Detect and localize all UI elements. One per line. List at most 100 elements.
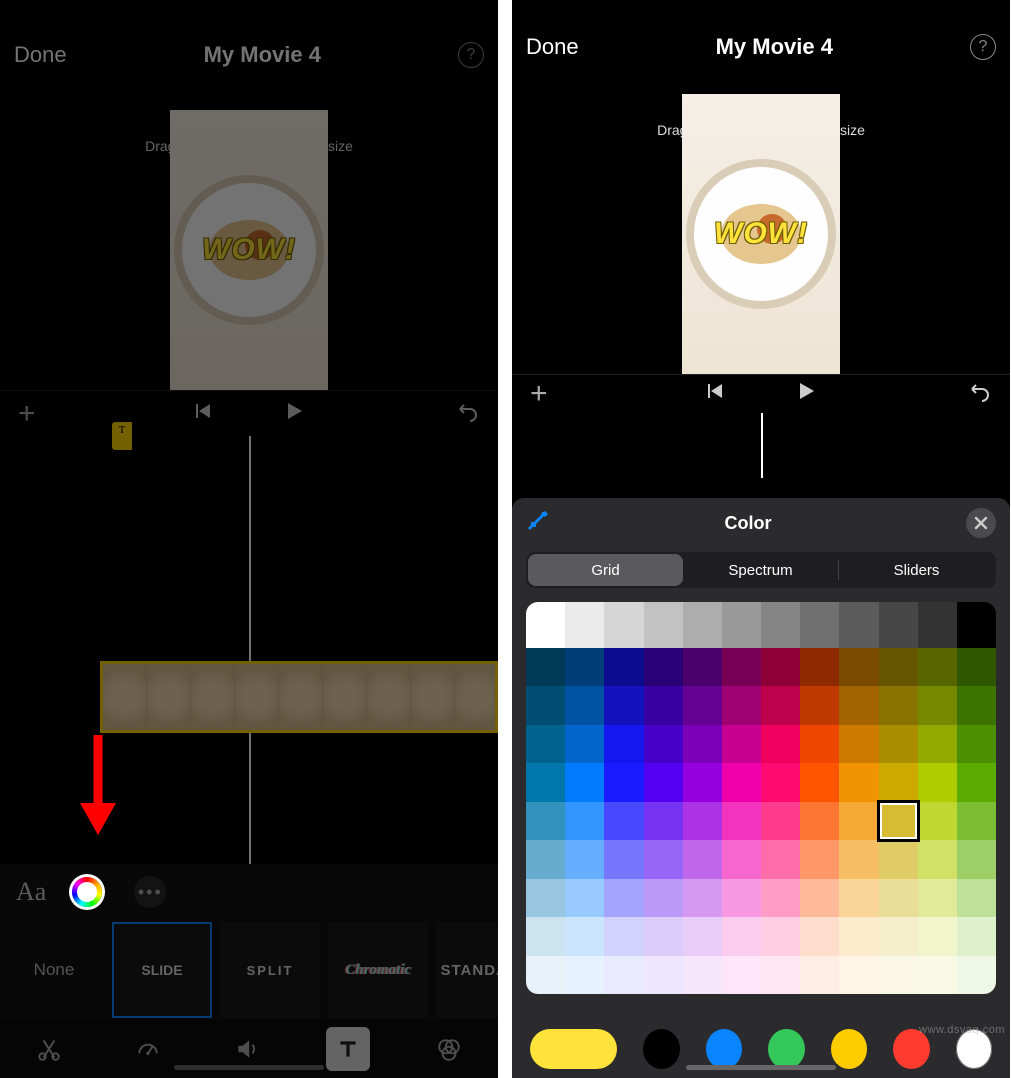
color-swatch[interactable] xyxy=(683,802,722,840)
color-swatch[interactable] xyxy=(918,802,957,840)
color-swatch[interactable] xyxy=(526,648,565,686)
color-swatch[interactable] xyxy=(761,917,800,955)
color-swatch[interactable] xyxy=(918,686,957,724)
color-swatch[interactable] xyxy=(918,763,957,801)
skip-back-button[interactable] xyxy=(704,381,724,406)
title-options-button[interactable]: ••• xyxy=(134,876,166,908)
tab-grid[interactable]: Grid xyxy=(528,554,683,586)
color-swatch[interactable] xyxy=(722,917,761,955)
color-swatch[interactable] xyxy=(879,725,918,763)
color-swatch[interactable] xyxy=(761,686,800,724)
color-swatch[interactable] xyxy=(761,840,800,878)
color-swatch[interactable] xyxy=(644,602,683,648)
color-swatch[interactable] xyxy=(722,956,761,994)
skip-back-button[interactable] xyxy=(192,401,212,426)
color-swatch[interactable] xyxy=(800,763,839,801)
color-swatch[interactable] xyxy=(761,956,800,994)
title-style-chromatic[interactable]: Chromatic xyxy=(328,922,428,1018)
color-swatch[interactable] xyxy=(526,725,565,763)
color-swatch[interactable] xyxy=(526,917,565,955)
done-button[interactable]: Done xyxy=(526,34,579,60)
color-swatch[interactable] xyxy=(644,648,683,686)
color-swatch[interactable] xyxy=(722,725,761,763)
title-style-split[interactable]: SPLIT xyxy=(220,922,320,1018)
color-swatch[interactable] xyxy=(957,802,996,840)
video-preview[interactable]: Drag title to move, pinch to resize WOW! xyxy=(512,94,1010,374)
color-swatch[interactable] xyxy=(839,686,878,724)
color-swatch[interactable] xyxy=(879,686,918,724)
color-swatch[interactable] xyxy=(800,686,839,724)
color-swatch[interactable] xyxy=(604,840,643,878)
color-swatch[interactable] xyxy=(879,648,918,686)
color-swatch[interactable] xyxy=(526,802,565,840)
color-swatch[interactable] xyxy=(800,802,839,840)
color-swatch[interactable] xyxy=(800,917,839,955)
color-swatch[interactable] xyxy=(957,686,996,724)
color-swatch[interactable] xyxy=(761,879,800,917)
color-swatch[interactable] xyxy=(604,763,643,801)
color-swatch[interactable] xyxy=(565,956,604,994)
color-swatch[interactable] xyxy=(722,686,761,724)
help-button[interactable]: ? xyxy=(458,42,484,68)
color-swatch[interactable] xyxy=(839,648,878,686)
color-swatch[interactable] xyxy=(565,686,604,724)
color-swatch[interactable] xyxy=(644,763,683,801)
tab-speed[interactable] xyxy=(128,1029,168,1069)
color-swatch[interactable] xyxy=(565,802,604,840)
recent-color-chip[interactable] xyxy=(768,1029,804,1069)
color-swatch[interactable] xyxy=(879,840,918,878)
color-swatch[interactable] xyxy=(879,602,918,648)
color-swatch[interactable] xyxy=(526,840,565,878)
color-swatch[interactable] xyxy=(839,763,878,801)
add-media-button[interactable]: + xyxy=(18,397,48,431)
recent-color-chip[interactable] xyxy=(706,1029,742,1069)
color-swatch[interactable] xyxy=(722,879,761,917)
color-swatch[interactable] xyxy=(957,648,996,686)
undo-button[interactable] xyxy=(968,379,992,408)
color-swatch[interactable] xyxy=(722,763,761,801)
color-swatch[interactable] xyxy=(918,648,957,686)
color-swatch[interactable] xyxy=(839,602,878,648)
color-swatch[interactable] xyxy=(957,917,996,955)
color-swatch[interactable] xyxy=(722,840,761,878)
color-swatch[interactable] xyxy=(565,763,604,801)
recent-color-chip[interactable] xyxy=(831,1029,867,1069)
color-swatch[interactable] xyxy=(839,840,878,878)
home-indicator[interactable] xyxy=(686,1065,836,1070)
color-swatch[interactable] xyxy=(918,840,957,878)
color-swatch[interactable] xyxy=(839,956,878,994)
color-swatch[interactable] xyxy=(839,802,878,840)
color-swatch[interactable] xyxy=(879,802,918,840)
color-swatch[interactable] xyxy=(800,648,839,686)
color-swatch[interactable] xyxy=(604,879,643,917)
font-button[interactable]: Aa xyxy=(16,877,46,907)
color-swatch[interactable] xyxy=(957,879,996,917)
color-swatch[interactable] xyxy=(839,917,878,955)
color-swatch[interactable] xyxy=(761,763,800,801)
color-swatch[interactable] xyxy=(722,802,761,840)
color-swatch[interactable] xyxy=(918,917,957,955)
color-swatch[interactable] xyxy=(800,602,839,648)
color-swatch[interactable] xyxy=(761,602,800,648)
color-swatch[interactable] xyxy=(683,917,722,955)
video-preview[interactable]: Drag title to move, pinch to resize WOW! xyxy=(0,110,498,390)
color-swatch[interactable] xyxy=(644,879,683,917)
picker-mode-segmented[interactable]: Grid Spectrum Sliders xyxy=(526,552,996,588)
color-swatch[interactable] xyxy=(957,725,996,763)
color-swatch[interactable] xyxy=(683,956,722,994)
playhead[interactable] xyxy=(761,413,763,478)
color-swatch[interactable] xyxy=(526,956,565,994)
color-swatch[interactable] xyxy=(800,840,839,878)
title-overlay-text[interactable]: WOW! xyxy=(202,233,296,267)
tab-sliders[interactable]: Sliders xyxy=(839,554,994,586)
timeline[interactable]: T xyxy=(0,436,498,864)
undo-button[interactable] xyxy=(456,399,480,428)
color-swatch[interactable] xyxy=(722,648,761,686)
color-swatch[interactable] xyxy=(800,956,839,994)
color-swatch[interactable] xyxy=(957,602,996,648)
color-swatch[interactable] xyxy=(839,879,878,917)
title-style-none[interactable]: None xyxy=(4,922,104,1018)
color-swatch[interactable] xyxy=(957,840,996,878)
title-style-standard[interactable]: STANDARD xyxy=(436,922,498,1018)
color-swatch[interactable] xyxy=(526,763,565,801)
